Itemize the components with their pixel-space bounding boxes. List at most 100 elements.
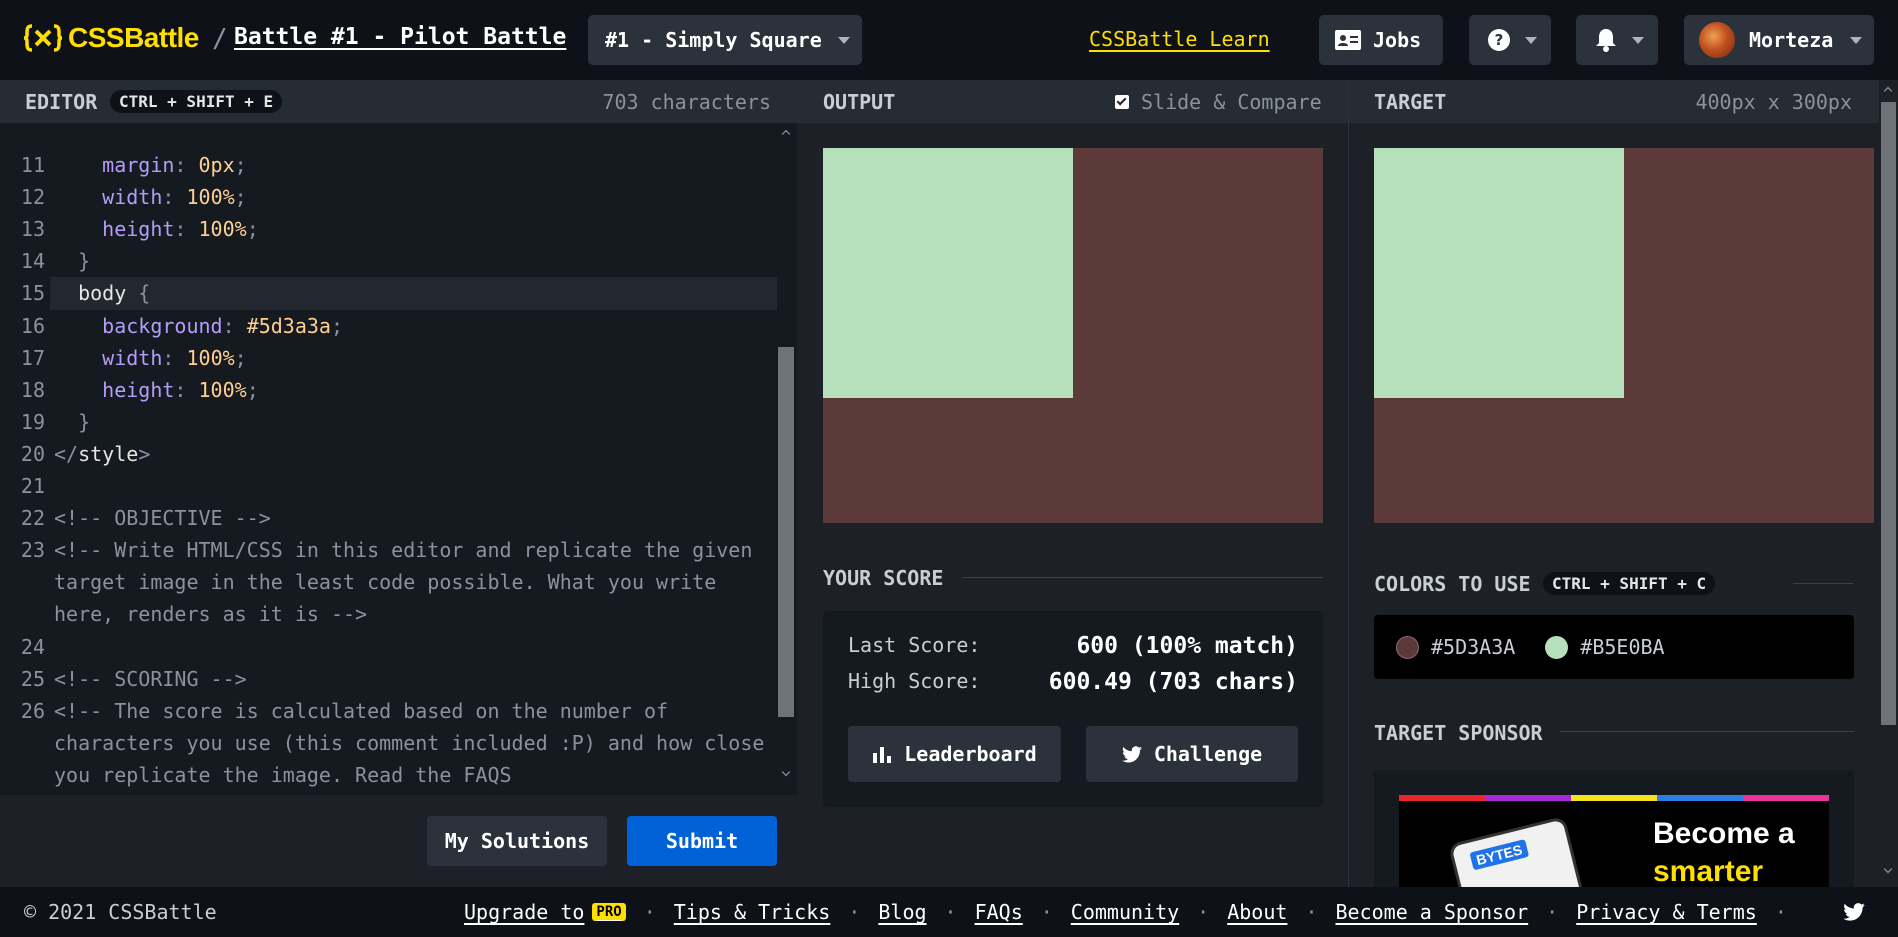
line-number: 21 [20, 474, 45, 498]
top-bar: CSSBattle / Battle #1 - Pilot Battle #1 … [0, 0, 1898, 80]
line-number: 15 [20, 281, 45, 306]
footer-link-about[interactable]: About [1227, 900, 1287, 924]
sponsor-title: TARGET SPONSOR [1374, 721, 1543, 745]
editor-scrollbar-thumb[interactable] [778, 347, 794, 717]
leaderboard-button[interactable]: Leaderboard [848, 726, 1061, 782]
color-palette: #5D3A3A #B5E0BA [1374, 615, 1854, 679]
color-swatch-item[interactable]: #5D3A3A [1396, 635, 1545, 659]
level-dropdown-label: #1 - Simply Square [605, 28, 822, 52]
question-circle-icon: ? [1488, 29, 1510, 51]
chevron-down-icon [1525, 37, 1537, 44]
target-image[interactable] [1374, 148, 1874, 523]
code-text: height: 100%; [102, 377, 259, 402]
battle-title-link[interactable]: Battle #1 - Pilot Battle [234, 24, 566, 50]
chevron-down-icon [1850, 37, 1862, 44]
user-menu-button[interactable]: Morteza [1684, 15, 1874, 65]
output-canvas[interactable] [823, 148, 1323, 523]
level-dropdown[interactable]: #1 - Simply Square [588, 15, 862, 65]
line-number: 11 [20, 153, 45, 177]
breadcrumb-separator: / [212, 24, 228, 54]
scroll-down-icon[interactable] [781, 767, 791, 777]
code-text: here, renders as it is --> [54, 602, 368, 627]
help-menu-button[interactable]: ? [1469, 15, 1551, 65]
footer-link-sponsor[interactable]: Become a Sponsor [1335, 900, 1528, 924]
notifications-button[interactable] [1576, 15, 1658, 65]
separator-dot: · [1197, 900, 1210, 924]
challenge-label: Challenge [1153, 742, 1263, 766]
code-text: body { [78, 281, 151, 306]
code-editor[interactable]: 11 margin: 0px; 12 width: 100%; 13 height:… [0, 123, 797, 795]
code-text: </style> [54, 441, 151, 466]
output-header: OUTPUT Slide & Compare [797, 80, 1348, 123]
footer-link-community[interactable]: Community [1071, 900, 1179, 924]
upgrade-label: Upgrade to [464, 900, 585, 924]
color-swatch-item[interactable]: #B5E0BA [1545, 635, 1694, 659]
page-scrollbar-thumb[interactable] [1881, 102, 1896, 725]
output-title: OUTPUT [823, 90, 896, 114]
code-text: <!-- SCORING --> [54, 666, 247, 691]
line-number: 13 [20, 217, 45, 242]
code-text: background: #5d3a3a; [102, 313, 344, 338]
scroll-down-icon[interactable] [1883, 864, 1893, 874]
separator-dot: · [1040, 900, 1053, 924]
twitter-icon[interactable] [1843, 903, 1865, 921]
upgrade-link[interactable]: Upgrade to PRO [464, 900, 626, 924]
code-text: height: 100%; [102, 217, 259, 242]
footer-links: Upgrade to PRO · Tips & Tricks · Blog · … [464, 900, 1805, 924]
code-text: characters you use (this comment include… [54, 730, 765, 755]
high-score-row: High Score: 600.49 (703 chars) [848, 669, 1298, 695]
my-solutions-button-visible[interactable]: My Solutions [427, 816, 607, 866]
page-scrollbar[interactable] [1879, 80, 1898, 887]
editor-scrollbar[interactable] [778, 127, 794, 782]
jobs-label: Jobs [1373, 28, 1422, 52]
colors-shortcut-badge: CTRL + SHIFT + C [1543, 572, 1716, 595]
footer-link-faqs[interactable]: FAQs [975, 900, 1023, 924]
last-score-row: Last Score: 600 (100% match) [848, 633, 1298, 659]
slide-compare-toggle[interactable]: Slide & Compare [1115, 90, 1322, 114]
last-score-value: 600 (100% match) [1076, 633, 1298, 659]
target-square [1374, 148, 1624, 398]
line-number: 25 [20, 666, 45, 691]
line-number: 14 [20, 249, 45, 274]
submit-button[interactable]: Submit [627, 816, 777, 866]
avatar [1699, 22, 1735, 58]
score-title: YOUR SCORE [823, 566, 944, 590]
last-score-label: Last Score: [848, 633, 981, 657]
code-text: margin: 0px; [102, 153, 247, 177]
sponsor-banner[interactable]: BYTES Become a smarter [1374, 770, 1854, 895]
scroll-up-icon[interactable] [1883, 86, 1893, 96]
challenge-button[interactable]: Challenge [1086, 726, 1298, 782]
chevron-down-icon [1632, 37, 1644, 44]
separator-dot: · [643, 900, 656, 924]
headline-line-2: smarter [1653, 855, 1764, 888]
code-text: width: 100%; [102, 185, 247, 210]
code-text: <!-- OBJECTIVE --> [54, 506, 271, 531]
color-swatch [1396, 635, 1419, 659]
separator-dot: · [1305, 900, 1318, 924]
color-swatch [1545, 635, 1569, 659]
checkbox-checked-icon[interactable] [1115, 95, 1129, 109]
target-header: TARGET 400px x 300px [1349, 80, 1879, 123]
code-text: <!-- Write HTML/CSS in this editor and r… [54, 538, 753, 563]
footer-link-blog[interactable]: Blog [878, 900, 926, 924]
phone-brand: BYTES [1469, 839, 1529, 871]
cssbattle-logo[interactable]: CSSBattle [24, 22, 199, 54]
line-number: 26 [20, 698, 45, 723]
divider [962, 577, 1323, 578]
my-solutions-label: My Solutions [444, 829, 590, 853]
scroll-up-icon[interactable] [781, 129, 791, 139]
jobs-button[interactable]: Jobs [1319, 15, 1443, 65]
line-number: 16 [20, 313, 45, 338]
pro-badge: PRO [592, 903, 626, 921]
copyright: © 2021 CSSBattle [24, 900, 217, 924]
line-number: 23 [20, 538, 45, 563]
footer-link-tips[interactable]: Tips & Tricks [674, 900, 831, 924]
sponsor-ad: BYTES Become a smarter [1399, 801, 1829, 895]
line-number: 19 [20, 409, 45, 434]
footer-link-privacy[interactable]: Privacy & Terms [1576, 900, 1757, 924]
character-count: 703 characters [602, 90, 771, 114]
code-text: } [54, 409, 91, 434]
code-text: } [54, 249, 91, 274]
learn-link[interactable]: CSSBattle Learn [1089, 27, 1270, 51]
color-hex: #B5E0BA [1580, 635, 1665, 659]
